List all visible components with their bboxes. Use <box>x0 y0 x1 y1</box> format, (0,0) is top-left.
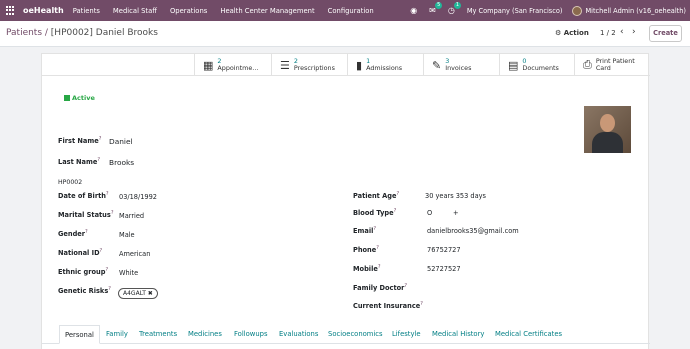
tab-followups[interactable]: Followups <box>234 325 267 344</box>
rh-factor-field[interactable]: + <box>453 209 459 217</box>
mobile-field[interactable]: 52727527 <box>427 265 461 273</box>
last-name-field[interactable]: Brooks <box>109 158 134 167</box>
genetic-risks-label: Genetic Risks? <box>58 286 111 296</box>
blood-type-field[interactable]: O <box>427 209 432 217</box>
email-field[interactable]: danielbrooks35@gmail.com <box>427 227 519 235</box>
action-label: Action <box>563 29 589 37</box>
create-button[interactable]: Create <box>649 25 682 42</box>
admissions-button[interactable]: ▮ 1 Admissions <box>347 54 423 76</box>
menu-medical-staff[interactable]: Medical Staff <box>113 7 157 15</box>
print-icon: ⎙ <box>583 58 592 71</box>
pager-next-icon[interactable]: › <box>632 27 636 37</box>
current-insurance-label: Current Insurance? <box>353 301 423 311</box>
app-brand[interactable]: oeHealth <box>23 6 64 15</box>
patient-age-field: 30 years 353 days <box>425 192 486 200</box>
mobile-label: Mobile? <box>353 264 381 274</box>
bug-icon[interactable]: ◉ <box>410 6 417 15</box>
genetic-risk-tag[interactable]: A4GALT ✖ <box>118 288 158 299</box>
tab-socioeconomics[interactable]: Socioeconomics <box>328 325 383 344</box>
breadcrumb-separator: / <box>42 28 51 38</box>
tab-treatments[interactable]: Treatments <box>139 325 177 344</box>
company-switcher[interactable]: My Company (San Francisco) <box>467 7 563 15</box>
first-name-label: First Name? <box>58 136 102 146</box>
phone-field[interactable]: 76752727 <box>427 246 461 254</box>
pager-value[interactable]: 1 / 2 <box>600 29 616 37</box>
list-icon: ☰ <box>280 58 290 72</box>
form-tabs: Personal Family Treatments Medicines Fol… <box>42 325 650 344</box>
tab-personal[interactable]: Personal <box>59 325 100 344</box>
user-avatar[interactable] <box>572 5 583 16</box>
invoices-button[interactable]: ✎ 3 Invoices <box>423 54 499 76</box>
last-name-label: Last Name? <box>58 157 100 167</box>
tab-medical-history[interactable]: Medical History <box>432 325 484 344</box>
pager-previous-icon[interactable]: ‹ <box>620 27 624 37</box>
marital-status-field[interactable]: Married <box>119 212 144 220</box>
breadcrumb: Patients / [HP0002] Daniel Brooks <box>6 28 158 38</box>
email-label: Email? <box>353 226 377 236</box>
breadcrumb-patients[interactable]: Patients <box>6 28 42 38</box>
dob-field[interactable]: 03/18/1992 <box>119 193 157 201</box>
marital-status-label: Marital Status? <box>58 210 114 220</box>
activity-badge: 1 <box>453 2 462 9</box>
book-icon: ▮ <box>356 58 363 72</box>
menu-operations[interactable]: Operations <box>170 7 207 15</box>
gear-icon: ⚙ <box>555 29 562 37</box>
menu-health-center-management[interactable]: Health Center Management <box>220 7 314 15</box>
smart-button-bar: ▦ 2 Appointme... ☰ 2 Prescriptions ▮ 1 Admi… <box>42 54 650 76</box>
action-button[interactable]: ⚙ Action <box>555 29 589 37</box>
menu-configuration[interactable]: Configuration <box>328 7 374 15</box>
calendar-icon: ▦ <box>203 58 214 72</box>
ethnic-group-label: Ethnic group? <box>58 267 109 277</box>
family-doctor-label: Family Doctor? <box>353 283 408 293</box>
gender-label: Gender? <box>58 229 88 239</box>
prescriptions-button[interactable]: ☰ 2 Prescriptions <box>271 54 347 76</box>
status-dot-icon <box>64 95 70 101</box>
national-id-label: National ID? <box>58 248 103 258</box>
apps-menu-icon[interactable] <box>6 5 16 16</box>
status-badge: Active <box>64 94 95 102</box>
chat-icon[interactable]: ✉ 5 <box>429 2 443 15</box>
phone-label: Phone? <box>353 245 379 255</box>
top-navbar: oeHealth Patients Medical Staff Operatio… <box>0 0 690 21</box>
menu-patients[interactable]: Patients <box>73 7 100 15</box>
tab-family[interactable]: Family <box>106 325 128 344</box>
appointments-button[interactable]: ▦ 2 Appointme... <box>194 54 271 76</box>
activity-icon[interactable]: ◷ 1 <box>448 2 462 15</box>
gender-field[interactable]: Male <box>119 231 135 239</box>
chat-badge: 5 <box>435 2 443 9</box>
remove-tag-icon[interactable]: ✖ <box>148 290 153 297</box>
patient-age-label: Patient Age? <box>353 191 400 201</box>
blood-type-label: Blood Type? <box>353 208 397 218</box>
file-icon: ▤ <box>508 58 519 72</box>
first-name-field[interactable]: Daniel <box>109 137 133 146</box>
breadcrumb-current: [HP0002] Daniel Brooks <box>50 28 158 38</box>
tab-medicines[interactable]: Medicines <box>188 325 222 344</box>
dob-label: Date of Birth? <box>58 191 109 201</box>
control-panel: Patients / [HP0002] Daniel Brooks ⚙ Acti… <box>0 21 690 47</box>
documents-button[interactable]: ▤ 0 Documents <box>499 54 574 76</box>
main-menu: Patients Medical Staff Operations Health… <box>73 7 387 15</box>
ethnic-group-field[interactable]: White <box>119 269 138 277</box>
patient-photo[interactable] <box>584 106 631 153</box>
print-card-button[interactable]: ⎙ Print Patient Card <box>574 54 650 76</box>
national-id-field[interactable]: American <box>119 250 150 258</box>
edit-icon: ✎ <box>432 58 442 72</box>
patient-reference: HP0002 <box>58 179 83 186</box>
tab-evaluations[interactable]: Evaluations <box>279 325 318 344</box>
tab-medical-certificates[interactable]: Medical Certificates <box>495 325 562 344</box>
navbar-systray: ◉ ✉ 5 ◷ 1 My Company (San Francisco) Mitch… <box>410 0 690 21</box>
user-menu[interactable]: Mitchell Admin (v16_oehealth) <box>585 7 686 15</box>
form-sheet: ▦ 2 Appointme... ☰ 2 Prescriptions ▮ 1 Admi… <box>41 53 650 349</box>
tab-lifestyle[interactable]: Lifestyle <box>392 325 421 344</box>
